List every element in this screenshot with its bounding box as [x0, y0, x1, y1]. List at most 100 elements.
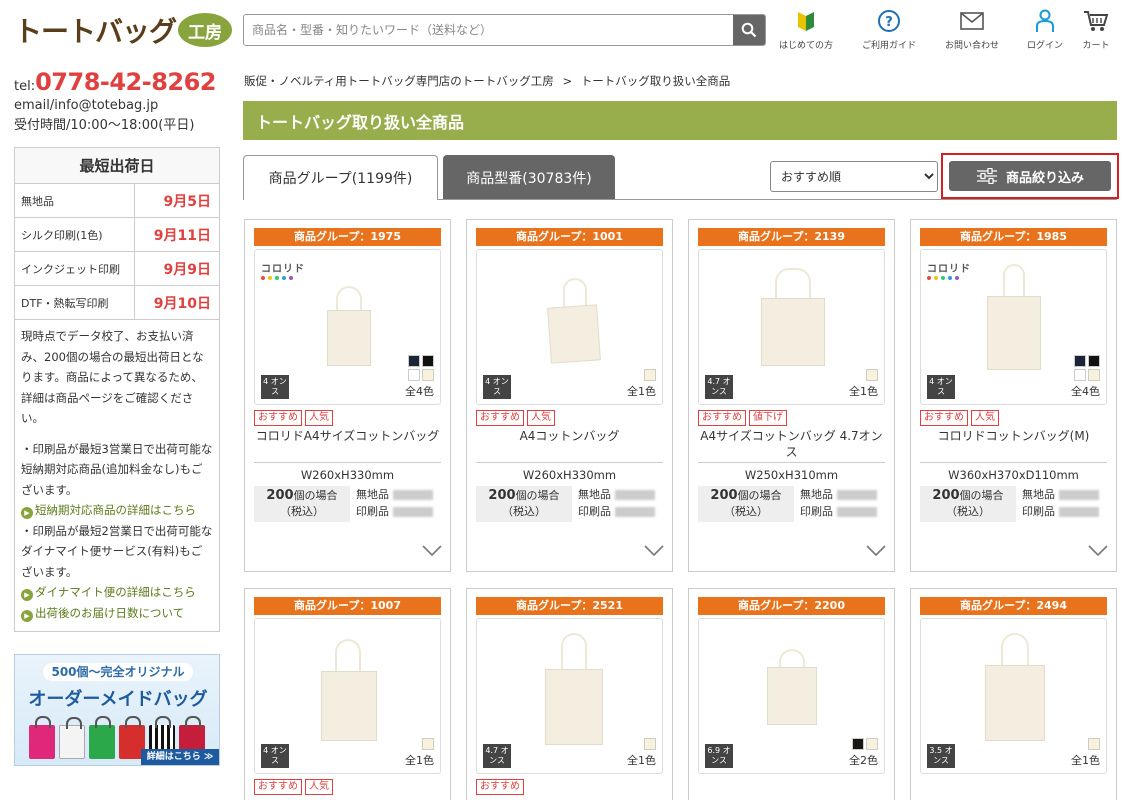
product-card[interactable]: 商品グループ：1975 コロリド 4 オンス 全4色 おすすめ 人気 コロリドA4…	[244, 219, 451, 572]
user-icon	[1036, 9, 1054, 32]
shipping-row: インクジェット印刷 9月9日	[15, 252, 219, 286]
product-card[interactable]: 商品グループ：1007 4 オンス 全1色 おすすめ 人気	[244, 588, 451, 800]
play-icon: ▶	[21, 589, 33, 601]
product-size: W250xH310mm	[698, 462, 885, 486]
blurred-price	[837, 490, 877, 500]
product-image[interactable]: 4 オンス 全1色	[254, 618, 441, 774]
banner-subtitle: 500個～完全オリジナル	[43, 663, 193, 681]
product-card[interactable]: 商品グループ：2200 6.9 オンス 全2色	[688, 588, 895, 800]
tag-recommended: おすすめ	[476, 779, 524, 795]
search-bar	[243, 14, 766, 46]
chevron-down-icon[interactable]	[422, 545, 442, 557]
custom-bag-banner[interactable]: 500個～完全オリジナル オーダーメイドバッグ 詳細はこちら ≫	[14, 654, 220, 766]
play-icon: ▶	[21, 507, 33, 519]
blurred-price	[1059, 490, 1099, 500]
product-card[interactable]: 商品グループ：2494 3.5 オンス 全1色	[910, 588, 1117, 800]
search-input[interactable]	[244, 15, 733, 45]
tab-product-group[interactable]: 商品グループ(1199件)	[243, 155, 438, 200]
color-count: 全1色	[405, 754, 434, 767]
price-plain-label: 無地品	[356, 488, 389, 501]
tab-product-code[interactable]: 商品型番(30783件)	[443, 155, 615, 200]
blurred-price	[1059, 507, 1099, 517]
color-count: 全1色	[849, 385, 878, 398]
product-image[interactable]: コロリド 4 オンス 全4色	[254, 249, 441, 405]
price-quantity-box: 200個の場合 （税込）	[254, 486, 350, 522]
delivery-days-link[interactable]: ▶ 出荷後のお届け日数について	[21, 603, 213, 624]
dynamite-link[interactable]: ▶ ダイナマイト便の詳細はこちら	[21, 582, 213, 603]
nav-label: カート	[1082, 41, 1110, 51]
shipping-note-text: ・印刷品が最短2営業日で出荷可能なダイナマイト便サービス(有料)もございます。	[21, 523, 213, 579]
nav-label: お問い合わせ	[944, 41, 999, 51]
price-info: 無地品 印刷品	[1022, 486, 1099, 522]
price-info: 無地品 印刷品	[800, 486, 877, 522]
chevron-down-icon[interactable]	[1088, 545, 1108, 557]
tag-list: おすすめ 人気	[920, 410, 1107, 426]
product-image[interactable]: 4 オンス 全1色	[476, 249, 663, 405]
nav-label: ご利用ガイド	[861, 41, 916, 51]
nav-cart[interactable]: カート	[1061, 8, 1124, 51]
product-image[interactable]: 4.7 オンス 全1色	[698, 249, 885, 405]
breadcrumb-home[interactable]: 販促・ノベルティ用トートバッグ専門店のトートバッグ工房	[244, 74, 554, 88]
shipping-note: 現時点でデータ校了、お支払い済み、200個の場合の最短出荷日となります。商品によ…	[15, 320, 219, 631]
product-size: W260xH330mm	[254, 462, 441, 486]
tag-list: おすすめ	[476, 779, 663, 795]
phone-number[interactable]: 0778-42-8262	[35, 68, 216, 96]
blurred-price	[615, 507, 655, 517]
nav-guide[interactable]: ? ご利用ガイド	[854, 8, 924, 51]
product-card[interactable]: 商品グループ：1985 コロリド 4 オンス 全4色 おすすめ 人気 コロリドコッ…	[910, 219, 1117, 572]
search-icon	[741, 22, 757, 38]
tag-recommended: おすすめ	[698, 410, 746, 426]
shipping-date: 9月5日	[163, 193, 211, 210]
price-qty-suffix: 個の場合	[515, 489, 560, 502]
color-count: 全1色	[1071, 754, 1100, 767]
product-name[interactable]: コロリドA4サイズコットンバッグ	[254, 428, 441, 462]
ounce-badge: 4 オンス	[261, 375, 289, 399]
product-name[interactable]: A4コットンバッグ	[476, 428, 663, 462]
ounce-badge: 4 オンス	[927, 375, 955, 399]
ounce-badge: 4 オンス	[483, 375, 511, 399]
shipping-row: 無地品 9月5日	[15, 184, 219, 218]
product-group-label: 商品グループ：1001	[476, 228, 663, 246]
product-name[interactable]: コロリドコットンバッグ(M)	[920, 428, 1107, 462]
chevron-down-icon[interactable]	[866, 545, 886, 557]
product-image[interactable]: 3.5 オンス 全1色	[920, 618, 1107, 774]
price-tax: （税込）	[724, 505, 768, 518]
chevron-down-icon[interactable]	[644, 545, 664, 557]
price-tax: （税込）	[502, 505, 546, 518]
color-count: 全1色	[627, 754, 656, 767]
logo-text: トートバッグ	[14, 15, 177, 48]
shipping-label: シルク印刷(1色)	[15, 218, 135, 251]
short-delivery-link[interactable]: ▶ 短納期対応商品の詳細はこちら	[21, 500, 213, 521]
product-image[interactable]: コロリド 4 オンス 全4色	[920, 249, 1107, 405]
bag-illustration	[29, 716, 55, 759]
site-logo[interactable]: トートバッグ 工房	[14, 10, 233, 50]
price-tax: （税込）	[946, 505, 990, 518]
nav-beginner[interactable]: はじめての方	[771, 8, 841, 51]
breadcrumb: 販促・ノベルティ用トートバッグ専門店のトートバッグ工房 > トートバッグ取り扱い…	[244, 73, 730, 89]
filter-label: 商品絞り込み	[1005, 170, 1084, 186]
banner-more-button[interactable]: 詳細はこちら ≫	[141, 749, 219, 765]
mail-icon	[960, 12, 984, 30]
tag-recommended: おすすめ	[476, 410, 524, 426]
brand-logo: コロリド	[927, 264, 971, 275]
product-name[interactable]: A4サイズコットンバッグ 4.7オンス	[698, 428, 885, 462]
breadcrumb-current: トートバッグ取り扱い全商品	[580, 74, 731, 88]
email-link[interactable]: info@totebag.jp	[54, 98, 158, 113]
product-card[interactable]: 商品グループ：2521 4.7 オンス 全1色 おすすめ	[466, 588, 673, 800]
price-row: 200個の場合 （税込） 無地品 印刷品	[254, 486, 441, 522]
product-image[interactable]: 6.9 オンス 全2色	[698, 618, 885, 774]
sort-select[interactable]: おすすめ順	[770, 161, 938, 192]
ounce-badge: 6.9 オンス	[705, 744, 733, 768]
filter-button[interactable]: 商品絞り込み	[949, 161, 1111, 191]
product-card[interactable]: 商品グループ：2139 4.7 オンス 全1色 おすすめ 値下げ A4サイズコット…	[688, 219, 895, 572]
product-card[interactable]: 商品グループ：1001 4 オンス 全1色 おすすめ 人気 A4コットンバッグ W…	[466, 219, 673, 572]
search-button[interactable]	[733, 15, 765, 45]
nav-contact[interactable]: お問い合わせ	[937, 8, 1007, 51]
price-printed-label: 印刷品	[578, 505, 611, 518]
bag-illustration	[89, 716, 115, 759]
product-image[interactable]: 4.7 オンス 全1色	[476, 618, 663, 774]
tag-popular: 人気	[971, 410, 999, 426]
price-qty-suffix: 個の場合	[737, 489, 782, 502]
contact-info: tel: 0778-42-8262 email/info@totebag.jp …	[14, 68, 224, 133]
tag-recommended: おすすめ	[254, 779, 302, 795]
